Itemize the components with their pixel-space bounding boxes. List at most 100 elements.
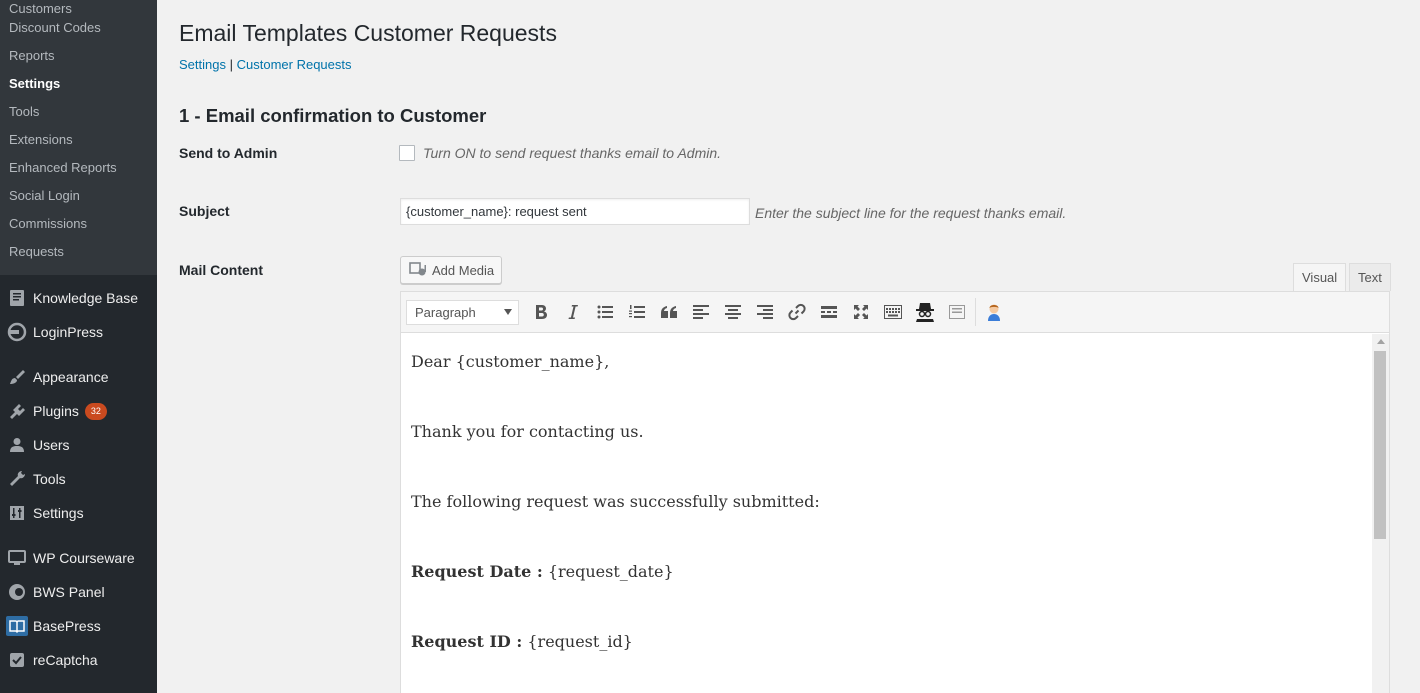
breadcrumb: Settings | Customer Requests xyxy=(179,57,352,72)
page-break-button[interactable] xyxy=(941,297,973,327)
send-to-admin-checkbox[interactable] xyxy=(399,145,415,161)
scrollbar-thumb[interactable] xyxy=(1374,351,1386,539)
editor-content[interactable]: Dear {customer_name}, Thank you for cont… xyxy=(401,334,1372,693)
monitor-icon xyxy=(0,549,33,567)
scroll-up-icon[interactable] xyxy=(1372,334,1389,348)
submenu-item-discount-codes[interactable]: Discount Codes xyxy=(0,19,157,47)
menu-item-bws-panel[interactable]: BWS Panel xyxy=(0,575,157,609)
bullet-list-button[interactable] xyxy=(589,297,621,327)
submenu-item-extensions[interactable]: Extensions xyxy=(0,131,157,159)
loginpress-icon xyxy=(0,322,33,342)
menu-item-loginpress[interactable]: LoginPress xyxy=(0,315,157,349)
subject-input[interactable] xyxy=(400,198,750,225)
keyboard-icon xyxy=(884,305,902,319)
breadcrumb-customer-requests-link[interactable]: Customer Requests xyxy=(237,57,352,72)
menu-item-basepress[interactable]: BasePress xyxy=(0,609,157,643)
menu-item-knowledge-base[interactable]: Knowledge Base xyxy=(0,281,157,315)
media-icon xyxy=(409,262,427,278)
mail-content-editor: Paragraph Dear {customer_name}, Thank yo… xyxy=(400,291,1390,693)
read-more-icon xyxy=(821,306,837,318)
format-select[interactable]: Paragraph xyxy=(406,299,519,325)
content-greeting: Dear {customer_name}, xyxy=(411,352,610,371)
content-intro: The following request was successfully s… xyxy=(411,492,820,511)
admin-menu: Knowledge Base LoginPress Appearance Plu… xyxy=(0,275,157,677)
read-more-button[interactable] xyxy=(813,297,845,327)
editor-toolbar: Paragraph xyxy=(401,292,1389,333)
menu-label: reCaptcha xyxy=(33,652,98,668)
request-date-value: {request_date} xyxy=(542,562,674,581)
align-center-button[interactable] xyxy=(717,297,749,327)
submenu-item-social-login[interactable]: Social Login xyxy=(0,187,157,215)
book-icon xyxy=(0,616,33,636)
submenu-item-enhanced-reports[interactable]: Enhanced Reports xyxy=(0,159,157,187)
submenu-item-reports[interactable]: Reports xyxy=(0,47,157,75)
italic-icon xyxy=(568,305,578,319)
add-media-label: Add Media xyxy=(432,262,495,278)
send-to-admin-label: Send to Admin xyxy=(179,145,278,161)
blockquote-button[interactable] xyxy=(653,297,685,327)
subject-label: Subject xyxy=(179,203,230,219)
plugin-update-badge: 32 xyxy=(84,402,107,420)
menu-item-tools[interactable]: Tools xyxy=(0,462,157,496)
wrench-icon xyxy=(0,470,33,488)
menu-item-plugins[interactable]: Plugins 32 xyxy=(0,394,157,428)
section-title: 1 - Email confirmation to Customer xyxy=(179,105,487,126)
content-request-date: Request Date : {request_date} xyxy=(411,559,1362,584)
submenu-item-requests[interactable]: Requests xyxy=(0,243,157,271)
content-thanks: Thank you for contacting us. xyxy=(411,422,644,441)
bullet-list-icon xyxy=(597,305,613,319)
spy-icon xyxy=(916,303,934,322)
fullscreen-button[interactable] xyxy=(845,297,877,327)
align-left-icon xyxy=(693,305,709,319)
submenu-item-commissions[interactable]: Commissions xyxy=(0,215,157,243)
menu-item-settings[interactable]: Settings xyxy=(0,496,157,530)
align-right-button[interactable] xyxy=(749,297,781,327)
spy-button[interactable] xyxy=(909,297,941,327)
insert-link-button[interactable] xyxy=(781,297,813,327)
italic-button[interactable] xyxy=(557,297,589,327)
bold-icon xyxy=(536,305,547,319)
request-date-label: Request Date : xyxy=(411,562,543,581)
request-id-label: Request ID : xyxy=(411,632,523,651)
align-left-button[interactable] xyxy=(685,297,717,327)
menu-item-appearance[interactable]: Appearance xyxy=(0,360,157,394)
settings-submenu: Customers Discount Codes Reports Setting… xyxy=(0,0,157,275)
menu-item-users[interactable]: Users xyxy=(0,428,157,462)
menu-label: LoginPress xyxy=(33,324,104,340)
page-title: Email Templates Customer Requests xyxy=(179,20,557,46)
submenu-item-tools[interactable]: Tools xyxy=(0,103,157,131)
request-id-value: {request_id} xyxy=(522,632,633,651)
link-icon xyxy=(788,303,806,321)
numbered-list-button[interactable] xyxy=(621,297,653,327)
tab-text[interactable]: Text xyxy=(1349,263,1391,291)
checkbox-icon xyxy=(0,652,33,668)
format-select-value: Paragraph xyxy=(415,304,476,320)
add-media-button[interactable]: Add Media xyxy=(400,256,502,284)
menu-label: Settings xyxy=(33,505,84,521)
fullscreen-icon xyxy=(854,305,868,319)
toolbar-toggle-button[interactable] xyxy=(877,297,909,327)
plugin-icon xyxy=(0,402,33,420)
toolbar-separator xyxy=(975,298,976,326)
settings-icon xyxy=(0,504,33,522)
bold-button[interactable] xyxy=(525,297,557,327)
menu-label: WP Courseware xyxy=(33,550,135,566)
tab-visual[interactable]: Visual xyxy=(1293,263,1347,291)
send-to-admin-description: Turn ON to send request thanks email to … xyxy=(423,145,722,161)
align-right-icon xyxy=(757,305,773,319)
menu-item-recaptcha[interactable]: reCaptcha xyxy=(0,643,157,677)
editor-scrollbar[interactable] xyxy=(1372,334,1389,693)
submenu-item-customers[interactable]: Customers xyxy=(0,0,157,19)
admin-sidebar: Customers Discount Codes Reports Setting… xyxy=(0,0,157,693)
breadcrumb-settings-link[interactable]: Settings xyxy=(179,57,226,72)
blockquote-icon xyxy=(661,306,677,318)
mail-content-label: Mail Content xyxy=(179,262,263,278)
user-button[interactable] xyxy=(978,297,1010,327)
chevron-down-icon xyxy=(504,309,512,315)
menu-label: Plugins xyxy=(33,403,79,419)
breadcrumb-separator: | xyxy=(229,57,233,72)
menu-item-wp-courseware[interactable]: WP Courseware xyxy=(0,541,157,575)
align-center-icon xyxy=(725,305,741,319)
submenu-item-settings[interactable]: Settings xyxy=(0,75,157,103)
page-break-icon xyxy=(949,305,965,319)
